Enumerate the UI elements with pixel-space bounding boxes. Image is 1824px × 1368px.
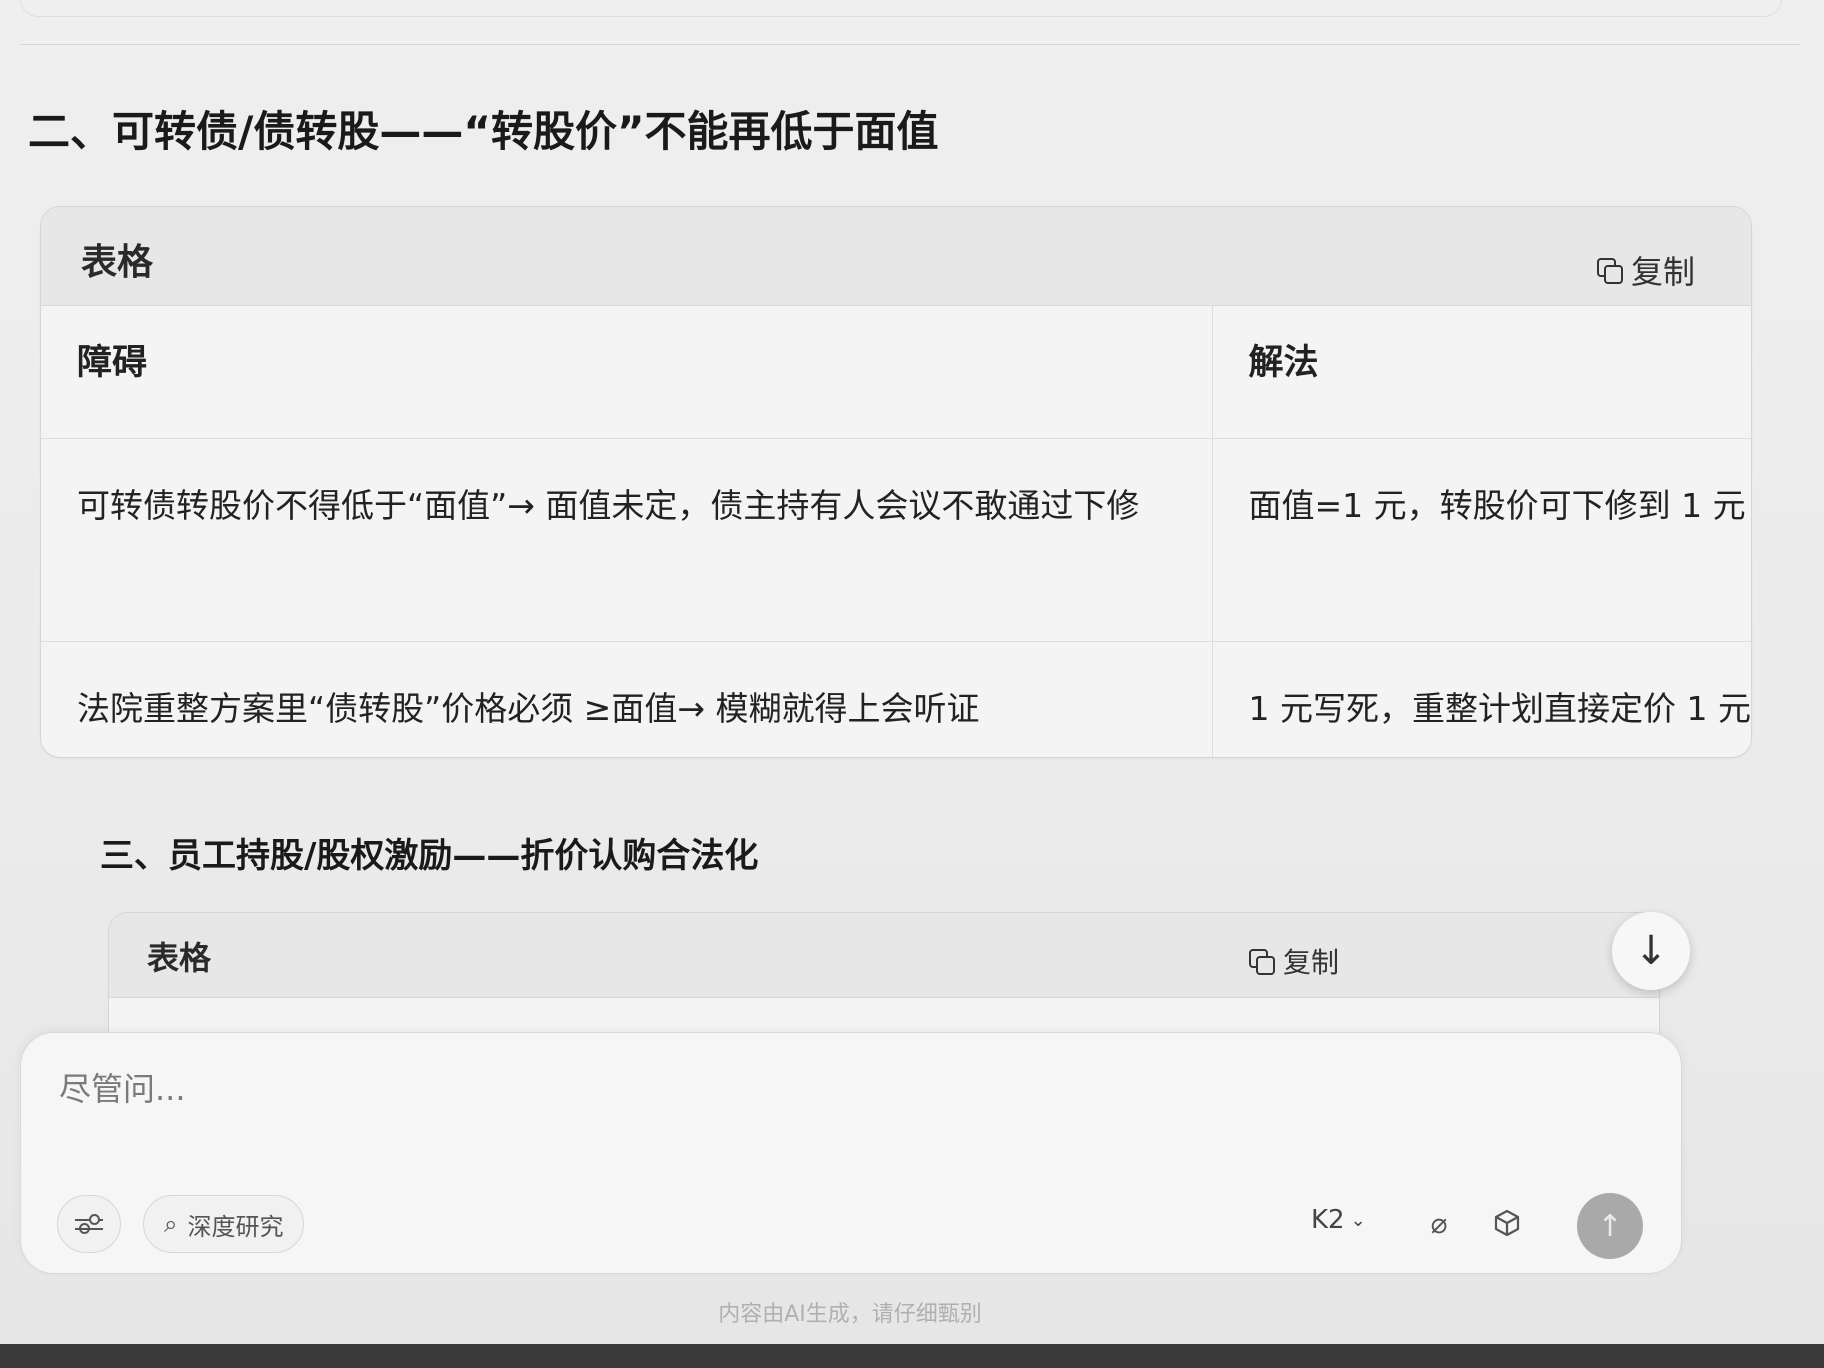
model-label: K2 <box>1311 1205 1345 1235</box>
message-input[interactable] <box>57 1053 1641 1125</box>
table-cell: 可转债转股价不得低于“面值”→ 面值未定，债主持有人会议不敢通过下修 <box>41 438 1213 642</box>
research-icon: ⌕ <box>164 1210 178 1238</box>
send-button[interactable]: ↑ <box>1577 1193 1643 1259</box>
scroll-to-bottom-button[interactable]: ↓ <box>1612 912 1690 990</box>
table-card-section-2: 表格 复制 障碍 解法 可转债转股价不得低于“面值”→ 面值未定，债主持有人会议… <box>40 206 1752 758</box>
copy-icon <box>1248 949 1275 975</box>
deep-research-button[interactable]: ⌕ 深度研究 <box>143 1195 305 1253</box>
table-cell: 1 元写死，重整计划直接定价 1 元 <box>1212 641 1751 757</box>
table-label: 表格 <box>81 242 154 283</box>
previous-card-edge <box>20 0 1782 17</box>
table-cell: 面值=1 元，转股价可下修到 1 元 <box>1212 438 1751 642</box>
tools-button[interactable] <box>1487 1203 1527 1243</box>
attach-button[interactable]: ⌀ <box>1419 1203 1459 1243</box>
cube-icon <box>1494 1209 1520 1237</box>
copy-label: 复制 <box>1630 253 1695 291</box>
ai-disclaimer: 内容由AI生成，请仔细甄别 <box>718 1302 982 1327</box>
model-selector[interactable]: K2 ⌄ <box>1311 1205 1366 1235</box>
table-row: 可转债转股价不得低于“面值”→ 面值未定，债主持有人会议不敢通过下修 面值=1 … <box>41 438 1751 642</box>
copy-icon <box>1596 258 1623 284</box>
paperclip-icon: ⌀ <box>1430 1206 1448 1240</box>
deep-research-label: 深度研究 <box>187 1212 284 1241</box>
copy-table-button[interactable]: 复制 <box>1248 941 1339 981</box>
sliders-icon <box>75 1214 103 1234</box>
chat-page: 二、可转债/债转股——“转股价”不能再低于面值 表格 复制 障碍 解法 可转债转… <box>0 0 1824 1368</box>
copy-table-button[interactable]: 复制 <box>1596 247 1695 293</box>
section-divider <box>20 44 1800 45</box>
section-3-title: 三、员工持股/股权激励——折价认购合法化 <box>100 836 759 876</box>
column-header-obstacle: 障碍 <box>41 306 1213 439</box>
table-header-row: 障碍 解法 <box>41 306 1751 439</box>
arrow-down-icon: ↓ <box>1634 928 1668 974</box>
settings-button[interactable] <box>57 1195 121 1253</box>
chevron-down-icon: ⌄ <box>1350 1209 1366 1231</box>
copy-label: 复制 <box>1282 946 1339 979</box>
table-label: 表格 <box>147 939 212 977</box>
column-header-solution: 解法 <box>1212 306 1751 439</box>
data-table: 障碍 解法 可转债转股价不得低于“面值”→ 面值未定，债主持有人会议不敢通过下修… <box>41 306 1751 757</box>
section-2-title: 二、可转债/债转股——“转股价”不能再低于面值 <box>28 107 939 156</box>
table-cell: 法院重整方案里“债转股”价格必须 ≥面值→ 模糊就得上会听证 <box>41 641 1213 757</box>
table-card-header: 表格 复制 <box>109 913 1659 998</box>
message-composer: ⌕ 深度研究 K2 ⌄ ⌀ ↑ <box>20 1032 1682 1274</box>
table-card-header: 表格 复制 <box>41 207 1751 306</box>
table-row: 法院重整方案里“债转股”价格必须 ≥面值→ 模糊就得上会听证 1 元写死，重整计… <box>41 641 1751 757</box>
bottom-edge <box>0 1344 1824 1368</box>
arrow-up-icon: ↑ <box>1597 1208 1623 1244</box>
